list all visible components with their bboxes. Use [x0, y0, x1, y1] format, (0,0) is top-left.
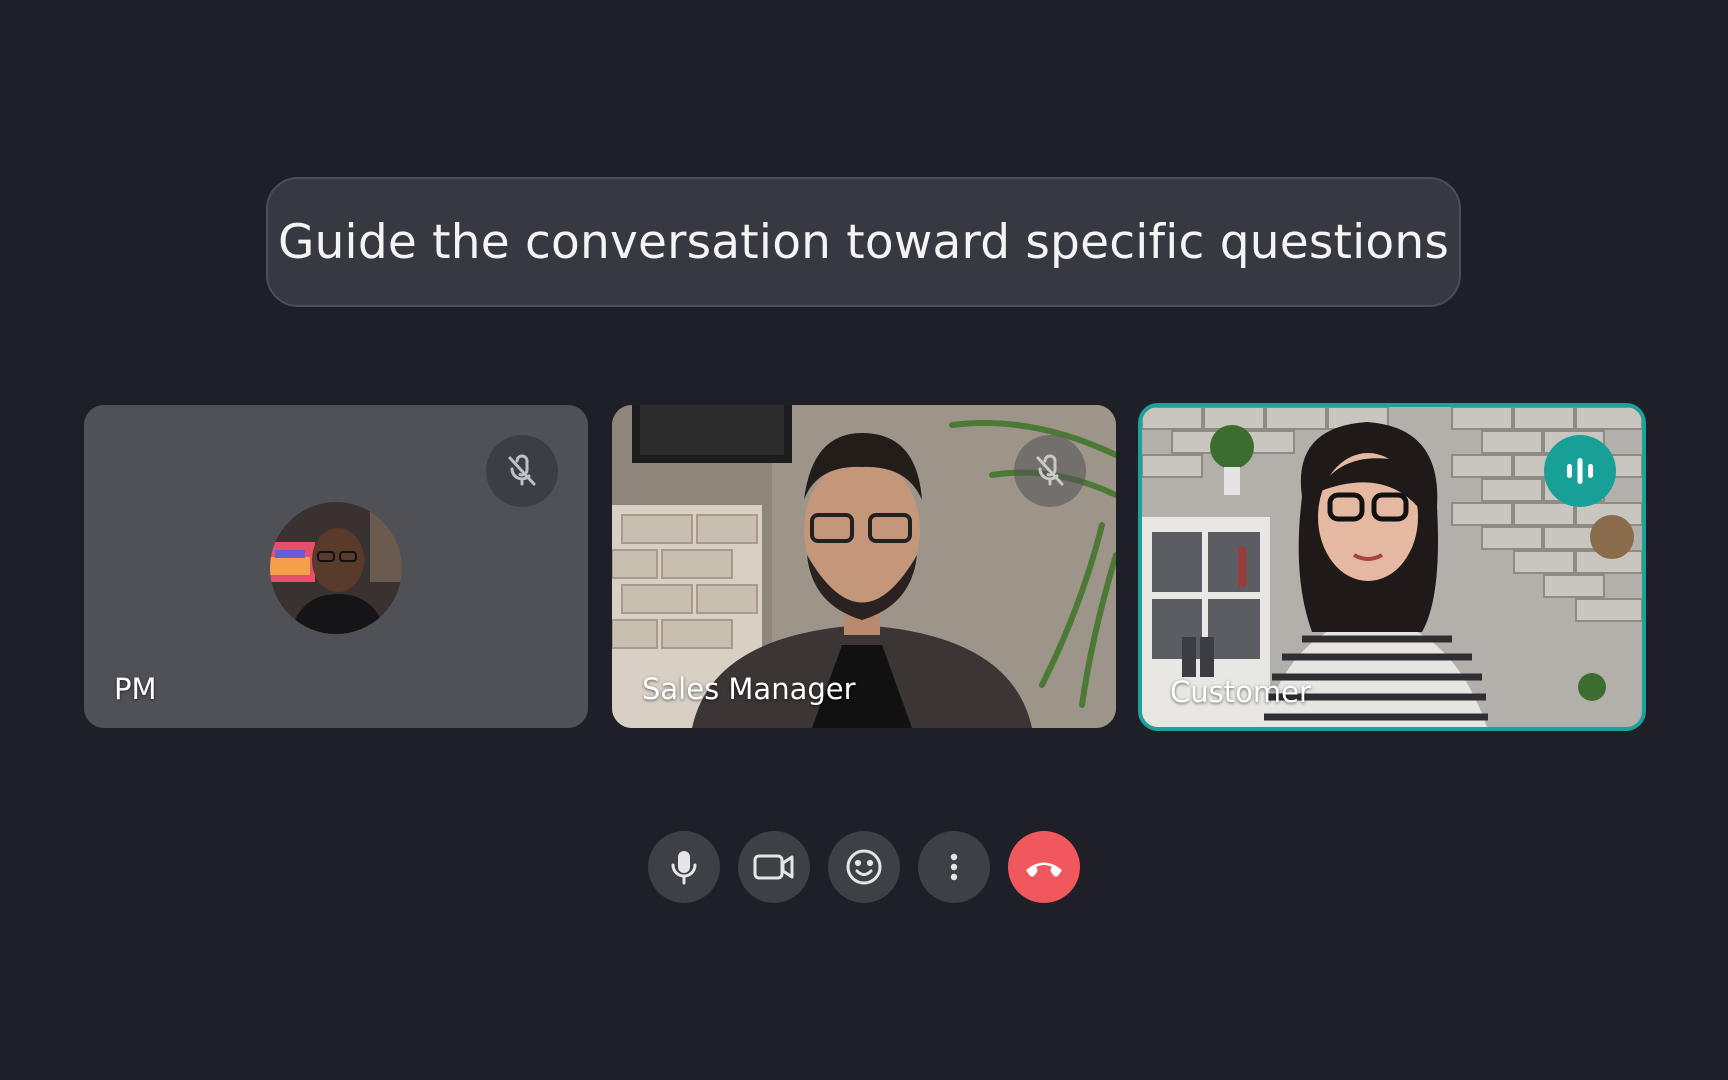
- participant-tile-sales-manager[interactable]: Sales Manager: [612, 405, 1116, 728]
- microphone-button[interactable]: [648, 831, 720, 903]
- participant-name: Customer: [1170, 675, 1311, 709]
- prompt-banner: Guide the conversation toward specific q…: [266, 177, 1461, 307]
- camera-icon: [753, 854, 794, 880]
- end-call-icon: [1026, 862, 1062, 877]
- participant-tile-customer[interactable]: Customer: [1138, 403, 1646, 731]
- speaking-indicator: [1544, 435, 1616, 507]
- participant-name: Sales Manager: [642, 672, 856, 706]
- more-vertical-icon: [950, 853, 958, 881]
- avatar: [270, 502, 402, 634]
- audio-level-icon: [1567, 458, 1593, 484]
- participant-tile-pm[interactable]: PM: [84, 405, 588, 728]
- mic-off-icon: [508, 454, 536, 486]
- emoji-icon: [846, 849, 882, 885]
- end-call-button[interactable]: [1008, 831, 1080, 903]
- mic-muted-indicator: [486, 435, 558, 507]
- mic-off-icon: [1036, 454, 1064, 486]
- reactions-button[interactable]: [828, 831, 900, 903]
- call-controls: [648, 831, 1080, 903]
- mic-muted-indicator: [1014, 435, 1086, 507]
- microphone-icon: [671, 851, 697, 885]
- prompt-text: Guide the conversation toward specific q…: [277, 214, 1450, 270]
- participant-name: PM: [114, 672, 157, 706]
- camera-button[interactable]: [738, 831, 810, 903]
- more-options-button[interactable]: [918, 831, 990, 903]
